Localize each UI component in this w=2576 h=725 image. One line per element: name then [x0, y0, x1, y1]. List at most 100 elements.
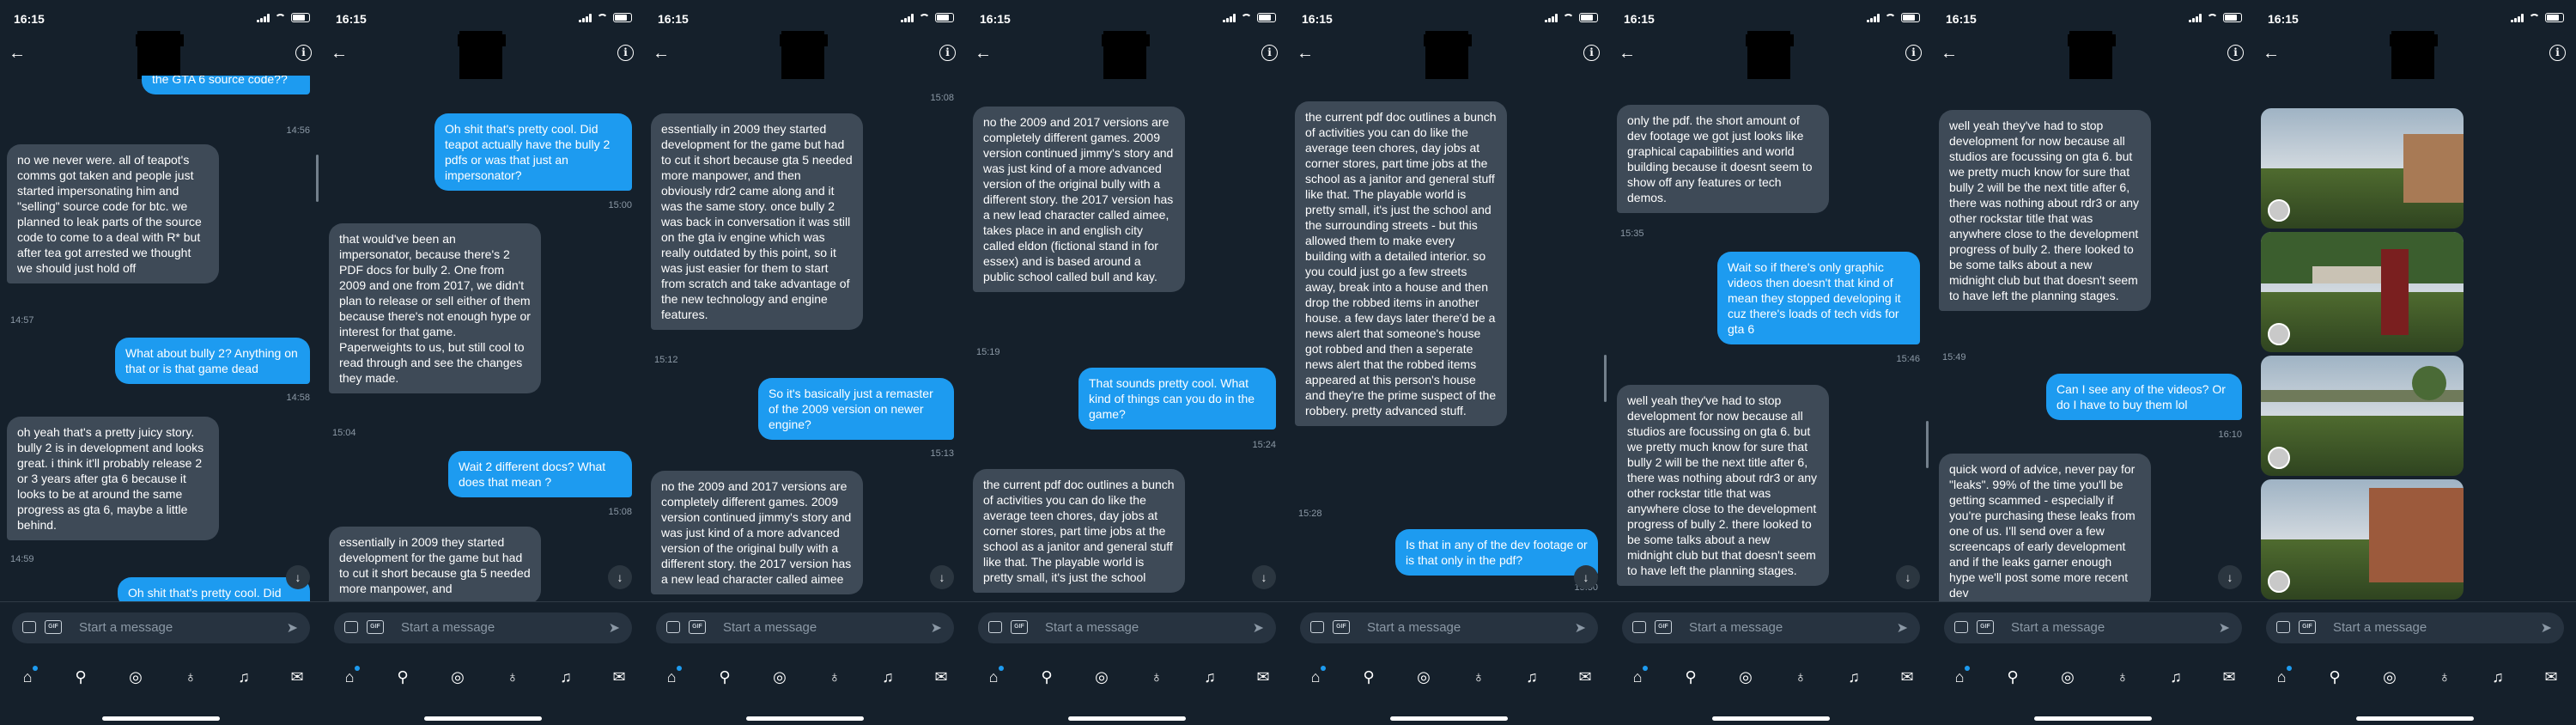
back-arrow-icon[interactable]: ←	[1941, 45, 1958, 62]
message-input-bar[interactable]: GIF Start a message ➤	[1300, 612, 1598, 643]
gif-icon[interactable]: GIF	[2299, 620, 2316, 634]
info-icon[interactable]: i	[939, 45, 956, 61]
back-arrow-icon[interactable]: ←	[1297, 45, 1314, 62]
info-icon[interactable]: i	[1261, 45, 1278, 61]
received-message[interactable]: only the pdf. the short amount of dev fo…	[1617, 105, 1829, 213]
send-icon[interactable]: ➤	[287, 619, 298, 637]
image-icon[interactable]	[1310, 621, 1324, 633]
shared-screenshot-image[interactable]	[2261, 232, 2464, 352]
notifications-icon[interactable]: ♫	[1844, 667, 1864, 687]
message-input-bar[interactable]: GIF Start a message ➤	[12, 612, 310, 643]
back-arrow-icon[interactable]: ←	[9, 45, 26, 62]
sent-message[interactable]: Is that in any of the dev footage or is …	[1395, 529, 1598, 576]
message-input-bar[interactable]: GIF Start a message ➤	[978, 612, 1276, 643]
received-message[interactable]: well yeah they've had to stop developmen…	[1939, 110, 2151, 311]
messages-icon[interactable]: ✉	[2541, 667, 2561, 687]
send-icon[interactable]: ➤	[1897, 619, 1908, 637]
home-icon[interactable]: ⌂	[17, 666, 38, 687]
info-icon[interactable]: i	[2227, 45, 2244, 61]
gif-icon[interactable]: GIF	[1655, 620, 1672, 634]
message-input-bar[interactable]: GIF Start a message ➤	[2266, 612, 2564, 643]
received-message[interactable]: the current pdf doc outlines a bunch of …	[973, 469, 1185, 593]
send-icon[interactable]: ➤	[1575, 619, 1586, 637]
message-feed[interactable]: only the pdf. the short amount of dev fo…	[1610, 76, 1932, 601]
notifications-icon[interactable]: ♫	[556, 667, 576, 687]
sent-message[interactable]: Wait so if there's only graphic videos t…	[1717, 252, 1920, 344]
received-message[interactable]: no the 2009 and 2017 versions are comple…	[973, 107, 1185, 292]
info-icon[interactable]: i	[295, 45, 312, 61]
back-arrow-icon[interactable]: ←	[331, 45, 348, 62]
spaces-icon[interactable]: ◎	[125, 667, 146, 687]
send-icon[interactable]: ➤	[2219, 619, 2230, 637]
message-input[interactable]: Start a message	[2333, 620, 2427, 635]
scroll-down-button[interactable]: ↓	[608, 565, 632, 589]
sent-message[interactable]: What about bully 2? Anything on that or …	[115, 338, 310, 384]
send-icon[interactable]: ➤	[931, 619, 942, 637]
message-feed[interactable]: ♡	[2254, 76, 2576, 601]
notifications-icon[interactable]: ♫	[878, 667, 898, 687]
search-icon[interactable]: ⚲	[1036, 667, 1057, 687]
home-icon[interactable]: ⌂	[983, 666, 1004, 687]
received-message[interactable]: the current pdf doc outlines a bunch of …	[1295, 101, 1507, 426]
notifications-icon[interactable]: ♫	[2488, 667, 2508, 687]
received-message[interactable]: that would've been an impersonator, beca…	[329, 223, 541, 393]
gif-icon[interactable]: GIF	[45, 620, 62, 634]
info-icon[interactable]: i	[617, 45, 634, 61]
send-icon[interactable]: ➤	[1253, 619, 1264, 637]
received-message[interactable]: well yeah they've had to stop developmen…	[1617, 385, 1829, 586]
sent-message[interactable]: Can I see any of the videos? Or do I hav…	[2046, 374, 2242, 420]
message-input-bar[interactable]: GIF Start a message ➤	[656, 612, 954, 643]
received-message[interactable]: oh yeah that's a pretty juicy story. bul…	[7, 417, 219, 540]
scroll-down-button[interactable]: ↓	[2218, 565, 2242, 589]
back-arrow-icon[interactable]: ←	[975, 45, 992, 62]
sent-message[interactable]: the GTA 6 source code??	[142, 76, 310, 94]
message-input[interactable]: Start a message	[79, 620, 173, 635]
messages-icon[interactable]: ✉	[931, 667, 951, 687]
spaces-icon[interactable]: ◎	[447, 667, 468, 687]
image-icon[interactable]	[666, 621, 680, 633]
message-feed[interactable]: the current pdf doc outlines a bunch of …	[1288, 76, 1610, 601]
home-icon[interactable]: ⌂	[1305, 666, 1326, 687]
image-icon[interactable]	[1954, 621, 1968, 633]
sent-message[interactable]: Oh shit that's pretty cool. Did	[118, 577, 310, 601]
communities-icon[interactable]: ♁	[2112, 667, 2133, 687]
message-input[interactable]: Start a message	[1689, 620, 1783, 635]
image-icon[interactable]	[988, 621, 1002, 633]
gif-icon[interactable]: GIF	[1333, 620, 1350, 634]
spaces-icon[interactable]: ◎	[1413, 667, 1434, 687]
messages-icon[interactable]: ✉	[2219, 667, 2239, 687]
home-icon[interactable]: ⌂	[2271, 666, 2292, 687]
shared-screenshot-image[interactable]	[2261, 356, 2464, 476]
search-icon[interactable]: ⚲	[2324, 667, 2345, 687]
sent-message[interactable]: Wait 2 different docs? What does that me…	[448, 451, 632, 497]
sent-message[interactable]: That sounds pretty cool. What kind of th…	[1078, 368, 1276, 430]
message-feed[interactable]: Oh shit that's pretty cool. Did teapot a…	[322, 76, 644, 601]
shared-screenshot-image[interactable]	[2261, 108, 2464, 228]
message-input-bar[interactable]: GIF Start a message ➤	[1944, 612, 2242, 643]
communities-icon[interactable]: ♁	[502, 667, 523, 687]
received-message[interactable]: essentially in 2009 they started develop…	[329, 527, 541, 601]
home-icon[interactable]: ⌂	[1949, 666, 1970, 687]
message-input[interactable]: Start a message	[2011, 620, 2105, 635]
spaces-icon[interactable]: ◎	[1091, 667, 1112, 687]
search-icon[interactable]: ⚲	[70, 667, 91, 687]
scrollbar[interactable]	[1604, 355, 1607, 402]
sent-message[interactable]: Oh shit that's pretty cool. Did teapot a…	[434, 113, 632, 191]
gif-icon[interactable]: GIF	[1011, 620, 1028, 634]
notifications-icon[interactable]: ♫	[234, 667, 254, 687]
image-icon[interactable]	[344, 621, 358, 633]
notifications-icon[interactable]: ♫	[1200, 667, 1220, 687]
scrollbar[interactable]	[1926, 421, 1929, 468]
send-icon[interactable]: ➤	[2541, 619, 2552, 637]
scroll-down-button[interactable]: ↓	[286, 565, 310, 589]
spaces-icon[interactable]: ◎	[2379, 667, 2400, 687]
scrollbar[interactable]	[316, 155, 319, 202]
message-input[interactable]: Start a message	[401, 620, 495, 635]
home-icon[interactable]: ⌂	[661, 666, 682, 687]
scroll-down-button[interactable]: ↓	[930, 565, 954, 589]
image-icon[interactable]	[2276, 621, 2290, 633]
message-feed[interactable]: no the 2009 and 2017 versions are comple…	[966, 76, 1288, 601]
communities-icon[interactable]: ♁	[2434, 667, 2455, 687]
messages-icon[interactable]: ✉	[1897, 667, 1917, 687]
search-icon[interactable]: ⚲	[392, 667, 413, 687]
